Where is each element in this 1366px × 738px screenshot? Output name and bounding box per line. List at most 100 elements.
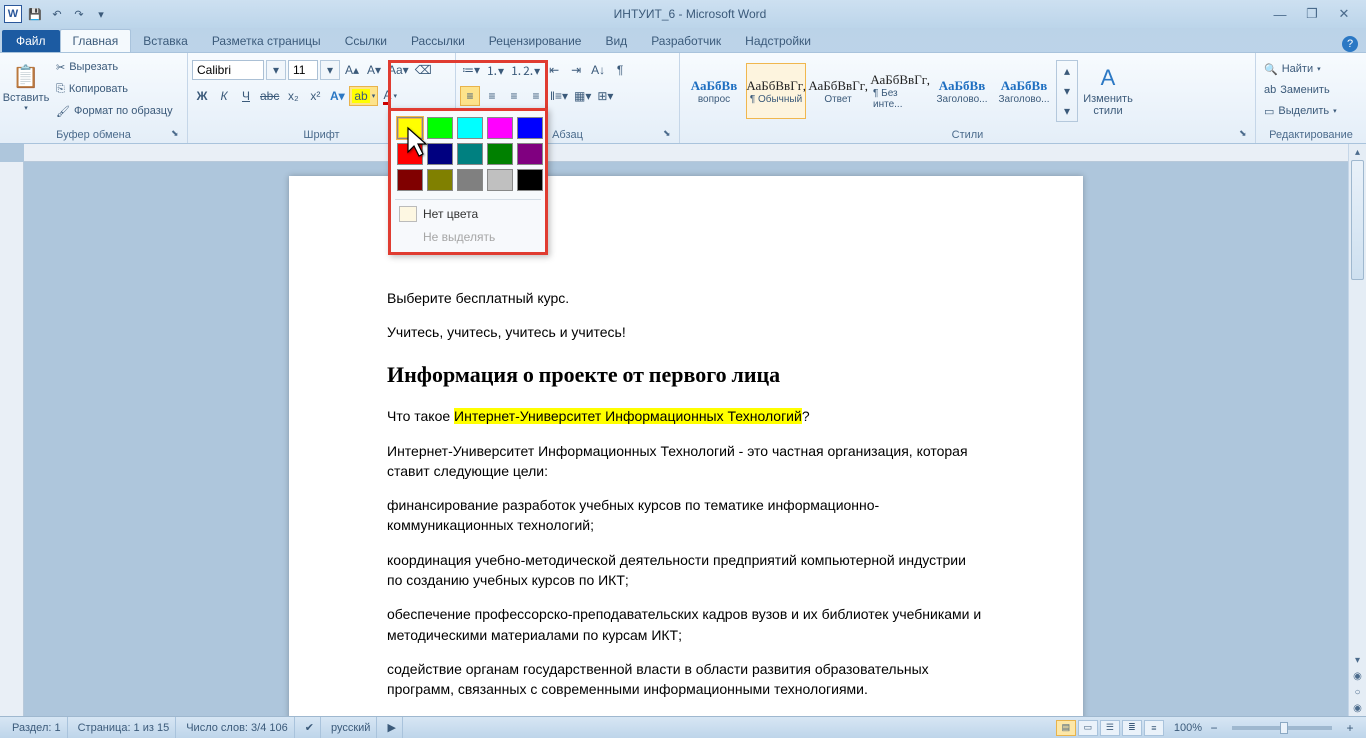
- zoom-knob[interactable]: [1280, 722, 1288, 734]
- font-size-input[interactable]: 11: [288, 60, 318, 80]
- clear-formatting-button[interactable]: ⌫: [413, 60, 434, 80]
- highlight-swatch-magenta[interactable]: [487, 117, 513, 139]
- style-item-3[interactable]: АаБбВвГг,¶ Без инте...: [870, 63, 930, 119]
- italic-button[interactable]: К: [214, 86, 234, 106]
- prev-page-button[interactable]: ◉: [1349, 668, 1366, 684]
- highlight-swatch-olive[interactable]: [427, 169, 453, 191]
- cut-button[interactable]: ✂Вырезать: [52, 57, 177, 77]
- underline-button[interactable]: Ч: [236, 86, 256, 106]
- style-item-1[interactable]: АаБбВвГг,¶ Обычный: [746, 63, 806, 119]
- zoom-slider[interactable]: [1232, 726, 1332, 730]
- tab-review[interactable]: Рецензирование: [477, 30, 594, 52]
- find-button[interactable]: 🔍Найти▾: [1260, 59, 1325, 79]
- tab-page-layout[interactable]: Разметка страницы: [200, 30, 333, 52]
- text-effects-button[interactable]: A▾: [327, 86, 347, 106]
- styles-more[interactable]: ▾: [1057, 101, 1077, 121]
- borders-button[interactable]: ⊞▾: [595, 86, 615, 106]
- scroll-thumb[interactable]: [1351, 160, 1364, 280]
- vertical-ruler[interactable]: [0, 162, 24, 716]
- shading-button[interactable]: ▦▾: [572, 86, 593, 106]
- zoom-in-button[interactable]: +: [1340, 718, 1360, 738]
- style-item-0[interactable]: АаБбВввопрос: [684, 63, 744, 119]
- align-left-button[interactable]: ≡: [460, 86, 480, 106]
- scroll-up-button[interactable]: ▴: [1349, 144, 1366, 160]
- style-item-2[interactable]: АаБбВвГг,Ответ: [808, 63, 868, 119]
- highlight-swatch-silver[interactable]: [487, 169, 513, 191]
- view-outline[interactable]: ≣: [1122, 720, 1142, 736]
- highlight-color-button[interactable]: ab▾: [349, 86, 378, 106]
- highlight-swatch-green[interactable]: [427, 117, 453, 139]
- next-page-button[interactable]: ◉: [1349, 700, 1366, 716]
- tab-addins[interactable]: Надстройки: [733, 30, 823, 52]
- numbering-button[interactable]: ⒈▾: [484, 60, 506, 80]
- format-painter-button[interactable]: 🖌Формат по образцу: [52, 101, 177, 121]
- replace-button[interactable]: abЗаменить: [1260, 80, 1334, 100]
- status-proofing-icon[interactable]: ✔: [299, 717, 321, 738]
- line-spacing-button[interactable]: ‖≡▾: [548, 86, 570, 106]
- tab-mailings[interactable]: Рассылки: [399, 30, 477, 52]
- browse-object-button[interactable]: ○: [1349, 684, 1366, 700]
- highlight-swatch-yellow[interactable]: [397, 117, 423, 139]
- tab-developer[interactable]: Разработчик: [639, 30, 733, 52]
- highlight-swatch-darkgreen[interactable]: [487, 143, 513, 165]
- clipboard-launcher[interactable]: ⬊: [171, 128, 183, 140]
- restore-button[interactable]: ❐: [1302, 6, 1322, 22]
- align-right-button[interactable]: ≡: [504, 86, 524, 106]
- view-web-layout[interactable]: ☰: [1100, 720, 1120, 736]
- multilevel-button[interactable]: ⒈⒉▾: [508, 60, 542, 80]
- status-page[interactable]: Страница: 1 из 15: [72, 717, 177, 738]
- vertical-scrollbar[interactable]: ▴ ▾ ◉ ○ ◉: [1348, 144, 1366, 716]
- zoom-level[interactable]: 100%: [1174, 722, 1202, 734]
- increase-indent-button[interactable]: ⇥: [566, 60, 586, 80]
- save-icon[interactable]: 💾: [26, 5, 44, 23]
- highlight-swatch-red[interactable]: [397, 143, 423, 165]
- highlight-swatch-blue[interactable]: [517, 117, 543, 139]
- status-section[interactable]: Раздел: 1: [6, 717, 68, 738]
- view-draft[interactable]: ≡: [1144, 720, 1164, 736]
- show-marks-button[interactable]: ¶: [610, 60, 630, 80]
- document-page[interactable]: …для вас комфортом. Выберите бесплатный …: [289, 176, 1083, 716]
- zoom-out-button[interactable]: −: [1204, 718, 1224, 738]
- highlight-swatch-darkblue[interactable]: [427, 143, 453, 165]
- tab-view[interactable]: Вид: [593, 30, 639, 52]
- tab-home[interactable]: Главная: [60, 29, 132, 52]
- font-name-input[interactable]: Calibri: [192, 60, 264, 80]
- paste-button[interactable]: 📋 Вставить ▾: [4, 55, 48, 121]
- view-print-layout[interactable]: ▤: [1056, 720, 1076, 736]
- view-full-screen[interactable]: ▭: [1078, 720, 1098, 736]
- close-button[interactable]: ✕: [1334, 6, 1354, 22]
- style-item-5[interactable]: АаБбВвЗаголово...: [994, 63, 1054, 119]
- highlight-swatch-maroon[interactable]: [397, 169, 423, 191]
- styles-launcher[interactable]: ⬊: [1239, 128, 1251, 140]
- superscript-button[interactable]: x²: [305, 86, 325, 106]
- styles-scroll-up[interactable]: ▴: [1057, 61, 1077, 81]
- font-size-dd[interactable]: ▾: [320, 60, 340, 80]
- redo-icon[interactable]: ↷: [70, 5, 88, 23]
- font-name-dd[interactable]: ▾: [266, 60, 286, 80]
- tab-insert[interactable]: Вставка: [131, 30, 200, 52]
- strike-button[interactable]: abc: [258, 86, 281, 106]
- shrink-font-button[interactable]: A▾: [364, 60, 384, 80]
- style-item-4[interactable]: АаБбВвЗаголово...: [932, 63, 992, 119]
- highlight-swatch-cyan[interactable]: [457, 117, 483, 139]
- paragraph-launcher[interactable]: ⬊: [663, 128, 675, 140]
- status-words[interactable]: Число слов: 3/4 106: [180, 717, 295, 738]
- highlight-swatch-black[interactable]: [517, 169, 543, 191]
- highlight-swatch-teal[interactable]: [457, 143, 483, 165]
- status-macro-icon[interactable]: ▶: [381, 717, 402, 738]
- minimize-button[interactable]: —: [1270, 6, 1290, 22]
- grow-font-button[interactable]: A▴: [342, 60, 362, 80]
- tab-references[interactable]: Ссылки: [333, 30, 399, 52]
- help-icon[interactable]: ?: [1342, 36, 1358, 52]
- highlight-swatch-purple[interactable]: [517, 143, 543, 165]
- styles-scroll-down[interactable]: ▾: [1057, 81, 1077, 101]
- align-center-button[interactable]: ≡: [482, 86, 502, 106]
- scroll-track[interactable]: [1349, 160, 1366, 652]
- undo-icon[interactable]: ↶: [48, 5, 66, 23]
- qat-customize-icon[interactable]: ▾: [92, 5, 110, 23]
- file-tab[interactable]: Файл: [2, 30, 60, 52]
- select-button[interactable]: ▭Выделить▾: [1260, 101, 1341, 121]
- change-styles-button[interactable]: A Изменить стили: [1080, 58, 1136, 124]
- highlight-no-color[interactable]: Нет цвета: [391, 202, 545, 226]
- decrease-indent-button[interactable]: ⇤: [544, 60, 564, 80]
